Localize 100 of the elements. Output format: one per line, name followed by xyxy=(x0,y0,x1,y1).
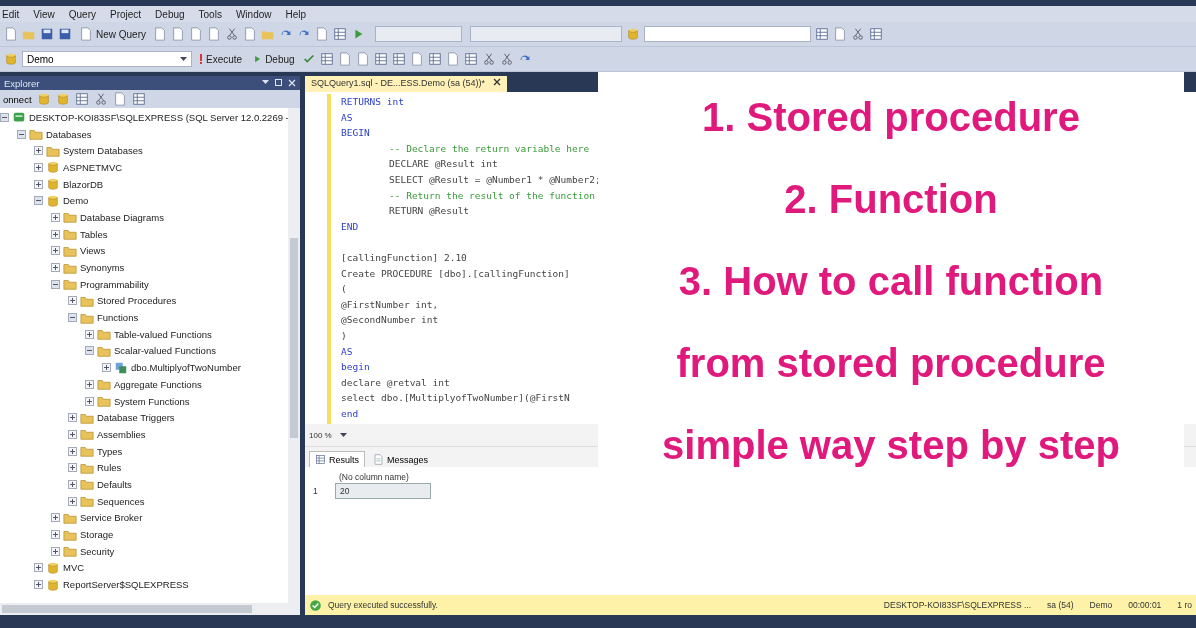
tree-item[interactable]: System Databases xyxy=(63,145,143,157)
tree-item[interactable]: Programmability xyxy=(80,278,149,290)
grid-icon[interactable] xyxy=(427,52,442,66)
grid-icon[interactable] xyxy=(391,52,406,66)
expand-icon[interactable] xyxy=(85,396,94,406)
expand-icon[interactable] xyxy=(68,413,77,423)
scissors-icon[interactable] xyxy=(499,52,514,66)
tree-item[interactable]: Sequences xyxy=(97,495,145,507)
caret-icon[interactable] xyxy=(339,432,347,438)
close-icon[interactable] xyxy=(493,78,502,86)
search-combo-box[interactable] xyxy=(644,26,811,42)
expand-icon[interactable] xyxy=(68,446,77,456)
expand-icon[interactable] xyxy=(34,563,43,573)
combo-box[interactable] xyxy=(375,26,462,42)
scissors-icon[interactable] xyxy=(93,92,108,106)
menu-item[interactable]: Debug xyxy=(155,8,185,20)
tree-item[interactable]: DESKTOP-KOI83SF\SQLEXPRESS (SQL Server 12.0.2269 - xyxy=(29,111,288,123)
tree-item[interactable]: Databases xyxy=(46,128,92,140)
grid-icon[interactable] xyxy=(131,92,146,106)
page-icon[interactable] xyxy=(315,27,329,41)
combo-box[interactable] xyxy=(470,26,622,42)
tree-item[interactable]: Types xyxy=(97,445,123,457)
connect-button[interactable]: onnect xyxy=(3,93,32,105)
expand-icon[interactable] xyxy=(51,229,60,239)
scissors-icon[interactable] xyxy=(225,27,239,41)
save-icon[interactable] xyxy=(58,27,72,41)
tree-item[interactable]: Stored Procedures xyxy=(97,295,177,307)
grid-icon[interactable] xyxy=(333,27,347,41)
database-select[interactable]: Demo xyxy=(22,51,192,67)
grid-icon[interactable] xyxy=(74,92,89,106)
grid-icon[interactable] xyxy=(869,27,883,41)
page-icon[interactable] xyxy=(207,27,221,41)
page-icon[interactable] xyxy=(445,52,460,66)
tree-item[interactable]: BlazorDB xyxy=(63,178,104,190)
expand-icon[interactable] xyxy=(51,246,60,256)
tree-item[interactable]: Views xyxy=(80,245,106,257)
page-icon[interactable] xyxy=(337,52,352,66)
check-icon[interactable] xyxy=(301,52,316,66)
scissors-icon[interactable] xyxy=(481,52,496,66)
tree-item[interactable]: Security xyxy=(80,545,115,557)
tree-item[interactable]: Rules xyxy=(97,462,122,474)
expand-icon[interactable] xyxy=(51,546,60,556)
page-icon[interactable] xyxy=(171,27,185,41)
page-icon[interactable] xyxy=(243,27,257,41)
menu-item[interactable]: Tools xyxy=(198,8,222,20)
expand-icon[interactable] xyxy=(51,530,60,540)
grid-icon[interactable] xyxy=(373,52,388,66)
tree-item[interactable]: dbo.MultiplyofTwoNumber xyxy=(131,362,241,374)
tree-item[interactable]: Scalar-valued Functions xyxy=(114,345,216,357)
grid-icon[interactable] xyxy=(319,52,334,66)
tree-item[interactable]: System Functions xyxy=(114,395,190,407)
expand-icon[interactable] xyxy=(68,463,77,473)
expand-icon[interactable] xyxy=(34,146,43,156)
page-icon[interactable] xyxy=(355,52,370,66)
tree-item[interactable]: Demo xyxy=(63,195,89,207)
tree-item[interactable]: Tables xyxy=(80,228,108,240)
expand-icon[interactable] xyxy=(34,580,43,590)
menu-item[interactable]: Project xyxy=(109,8,142,20)
page-icon[interactable] xyxy=(409,52,424,66)
expand-icon[interactable] xyxy=(51,212,60,222)
results-tab[interactable]: Results xyxy=(309,451,365,467)
page-icon[interactable] xyxy=(4,27,18,41)
tree-item[interactable]: Table-valued Functions xyxy=(114,328,212,340)
tree-item[interactable]: Storage xyxy=(80,529,114,541)
menu-item[interactable]: Window xyxy=(235,8,272,20)
new-query-button[interactable]: New Query xyxy=(76,26,149,42)
results-tab[interactable]: Messages xyxy=(367,451,435,467)
collapse-icon[interactable] xyxy=(17,129,26,139)
tree-item[interactable]: Defaults xyxy=(97,478,132,490)
expand-icon[interactable] xyxy=(51,263,60,273)
menu-item[interactable]: Help xyxy=(285,8,307,20)
tree-item[interactable]: Synonyms xyxy=(80,262,125,274)
table-cell[interactable]: 20 xyxy=(335,483,431,499)
zoom-level[interactable]: 100 % xyxy=(309,430,332,440)
tree-item[interactable]: ASPNETMVC xyxy=(63,161,123,173)
scissors-icon[interactable] xyxy=(851,27,865,41)
grid-icon[interactable] xyxy=(463,52,478,66)
collapse-icon[interactable] xyxy=(68,313,77,323)
collapse-icon[interactable] xyxy=(51,279,60,289)
menu-item[interactable]: View xyxy=(33,8,55,20)
pin-icon[interactable] xyxy=(275,79,282,86)
expand-icon[interactable] xyxy=(51,513,60,523)
debug-button[interactable]: Debug xyxy=(249,52,298,66)
collapse-icon[interactable] xyxy=(34,196,43,206)
expand-icon[interactable] xyxy=(85,329,94,339)
grid-icon[interactable] xyxy=(815,27,829,41)
tree-item[interactable]: MVC xyxy=(63,562,85,574)
page-icon[interactable] xyxy=(153,27,167,41)
page-icon[interactable] xyxy=(189,27,203,41)
tree-item[interactable]: ReportServer$SQLEXPRESS xyxy=(63,579,189,591)
execute-button[interactable]: Execute xyxy=(196,52,246,66)
expand-icon[interactable] xyxy=(68,296,77,306)
tree-item[interactable]: Database Triggers xyxy=(97,412,175,424)
menu-item[interactable]: Query xyxy=(68,8,96,20)
page-icon[interactable] xyxy=(833,27,847,41)
tree-item[interactable]: Service Broker xyxy=(80,512,143,524)
tree-item[interactable]: Functions xyxy=(97,312,139,324)
collapse-icon[interactable] xyxy=(85,346,94,356)
save-icon[interactable] xyxy=(40,27,54,41)
editor-tab[interactable]: SQLQuery1.sql - DE...ESS.Demo (sa (54))* xyxy=(305,76,508,92)
